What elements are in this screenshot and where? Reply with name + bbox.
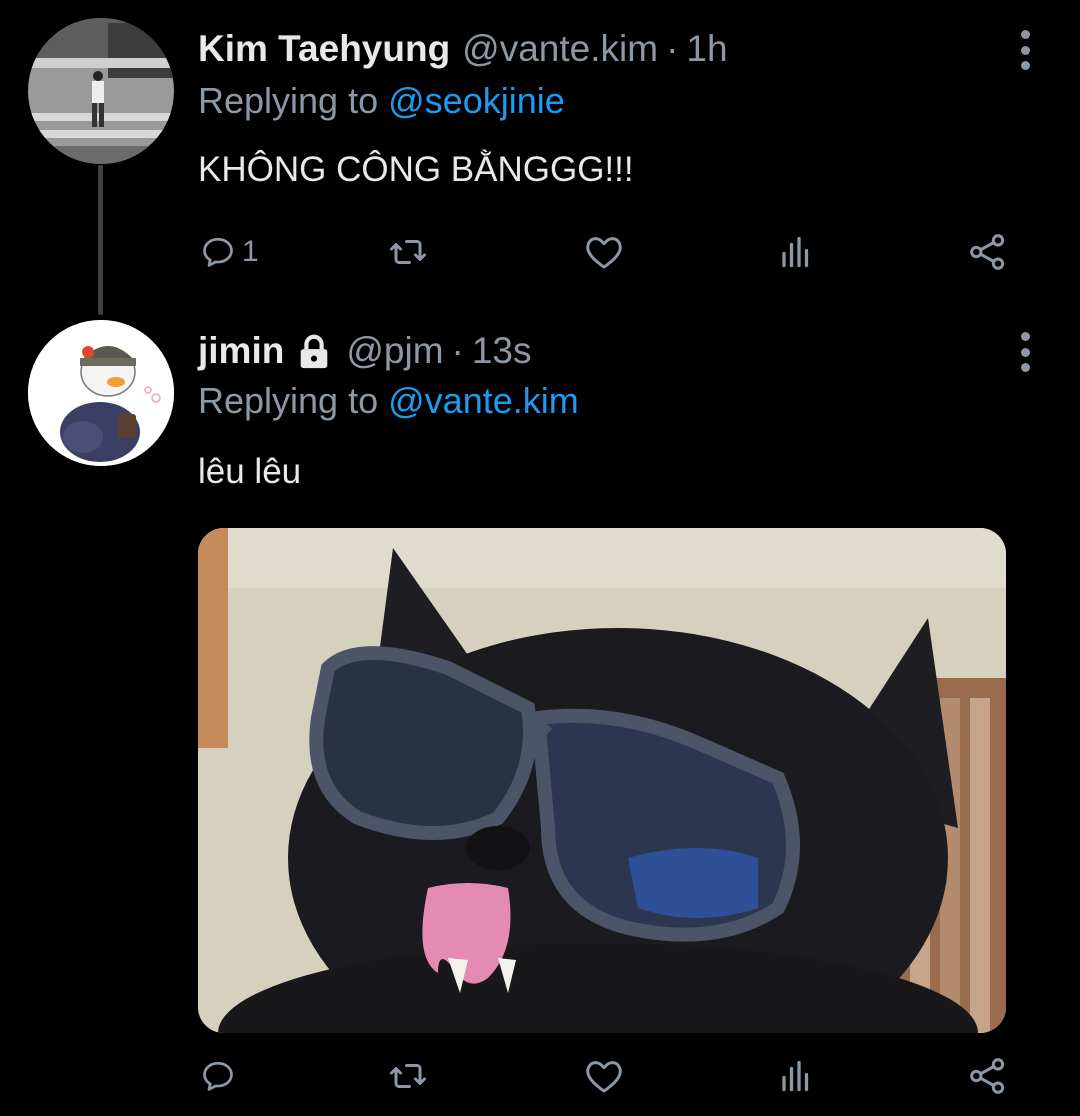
tweet-header: Kim Taehyung @vante.kim · 1h bbox=[198, 28, 728, 70]
tweet-header: jimin @pjm · 13s bbox=[198, 330, 532, 372]
analytics-icon bbox=[782, 236, 809, 268]
user-handle[interactable]: @pjm bbox=[346, 330, 443, 372]
user-handle[interactable]: @vante.kim bbox=[462, 28, 658, 70]
reply-count: 1 bbox=[242, 235, 259, 268]
display-name[interactable]: jimin bbox=[198, 330, 284, 372]
replying-to-line: Replying to @vante.kim bbox=[198, 380, 579, 422]
replying-to-label: Replying to bbox=[198, 380, 379, 421]
tweet-media-image[interactable] bbox=[198, 528, 1006, 1033]
replying-to-handle[interactable]: @vante.kim bbox=[388, 380, 579, 421]
reply-icon bbox=[203, 1061, 233, 1091]
reply-button[interactable] bbox=[200, 1052, 242, 1100]
tweet-text: KHÔNG CÔNG BẰNGGG!!! bbox=[198, 150, 634, 189]
retweet-button[interactable] bbox=[388, 228, 428, 276]
retweet-icon bbox=[390, 240, 426, 264]
like-icon bbox=[586, 1061, 622, 1093]
display-name[interactable]: Kim Taehyung bbox=[198, 28, 450, 70]
reply-button[interactable]: 1 bbox=[200, 228, 259, 276]
reply-icon bbox=[203, 237, 233, 267]
avatar-kim-taehyung[interactable] bbox=[28, 18, 174, 164]
retweet-icon bbox=[390, 1064, 426, 1088]
replying-to-line: Replying to @seokjinie bbox=[198, 80, 565, 122]
share-icon bbox=[970, 1058, 1005, 1094]
replying-to-label: Replying to bbox=[198, 80, 379, 121]
like-button[interactable] bbox=[584, 228, 624, 276]
analytics-icon bbox=[782, 1060, 809, 1092]
like-button[interactable] bbox=[584, 1052, 624, 1100]
share-button[interactable] bbox=[968, 1052, 1008, 1100]
retweet-button[interactable] bbox=[388, 1052, 428, 1100]
avatar-jimin[interactable] bbox=[28, 320, 174, 466]
tweet-text: lêu lêu bbox=[198, 452, 302, 491]
tweet-kim-taehyung[interactable]: Kim Taehyung @vante.kim · 1h Replying to… bbox=[0, 0, 1080, 310]
share-button[interactable] bbox=[968, 228, 1008, 276]
tweet-actions: 1 bbox=[198, 228, 1018, 276]
more-icon[interactable] bbox=[1018, 30, 1032, 70]
more-icon[interactable] bbox=[1018, 332, 1032, 372]
analytics-button[interactable] bbox=[778, 1052, 814, 1100]
separator-dot: · bbox=[451, 330, 464, 371]
lock-icon bbox=[301, 334, 328, 369]
like-icon bbox=[586, 237, 622, 269]
share-icon bbox=[970, 234, 1005, 270]
timestamp[interactable]: 1h bbox=[686, 28, 727, 70]
analytics-button[interactable] bbox=[778, 228, 814, 276]
timestamp[interactable]: 13s bbox=[472, 330, 532, 372]
tweet-actions-jimin bbox=[198, 1052, 1018, 1100]
replying-to-handle[interactable]: @seokjinie bbox=[388, 80, 565, 121]
separator-dot: · bbox=[666, 28, 679, 69]
